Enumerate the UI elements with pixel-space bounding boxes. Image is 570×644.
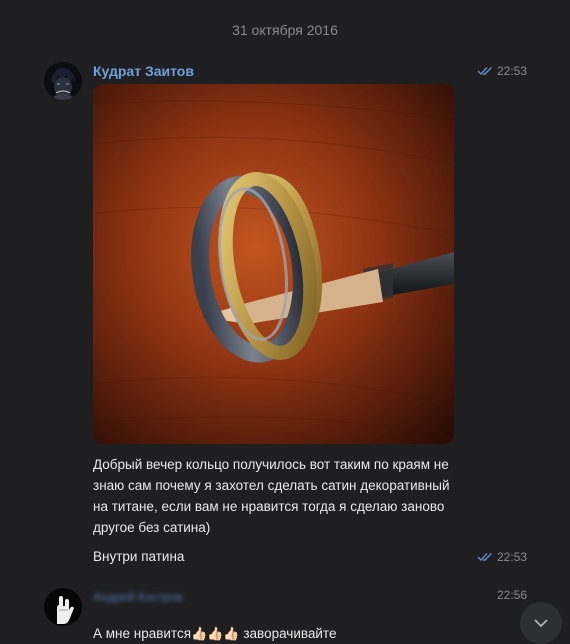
message-meta: 22:53 — [477, 64, 527, 78]
message-text: Добрый вечер кольцо получилось вот таким… — [93, 457, 450, 535]
message-time: 22:56 — [496, 588, 527, 602]
ring-on-pencil-photo-icon — [93, 84, 454, 444]
avatar[interactable] — [44, 62, 82, 100]
message-time: 22:53 — [496, 64, 527, 78]
scroll-to-bottom-button[interactable] — [520, 602, 562, 644]
message-meta: 22:53 — [477, 550, 527, 564]
avatar-image — [44, 588, 82, 626]
author-name[interactable]: Кудрат Заитов — [93, 63, 194, 79]
message-meta: 22:56 — [497, 588, 527, 602]
avatar-image — [44, 62, 82, 100]
message-photo[interactable] — [93, 84, 454, 444]
read-double-check-icon — [477, 553, 492, 562]
message-time: 22:53 — [496, 550, 527, 564]
read-double-check-icon — [477, 67, 492, 76]
message-text: Внутри патина — [93, 549, 185, 564]
avatar[interactable] — [44, 588, 82, 626]
message-text: А мне нравится👍🏻👍🏻👍🏻 заворачивайте — [93, 602, 483, 644]
chevron-down-icon — [534, 619, 548, 627]
message-text-end: заворачивайте — [239, 626, 337, 641]
thumbs-up-emoji: 👍🏻👍🏻👍🏻 — [191, 626, 240, 641]
date-separator: 31 октября 2016 — [232, 22, 338, 38]
message-text-start: А мне нравится — [93, 626, 192, 641]
